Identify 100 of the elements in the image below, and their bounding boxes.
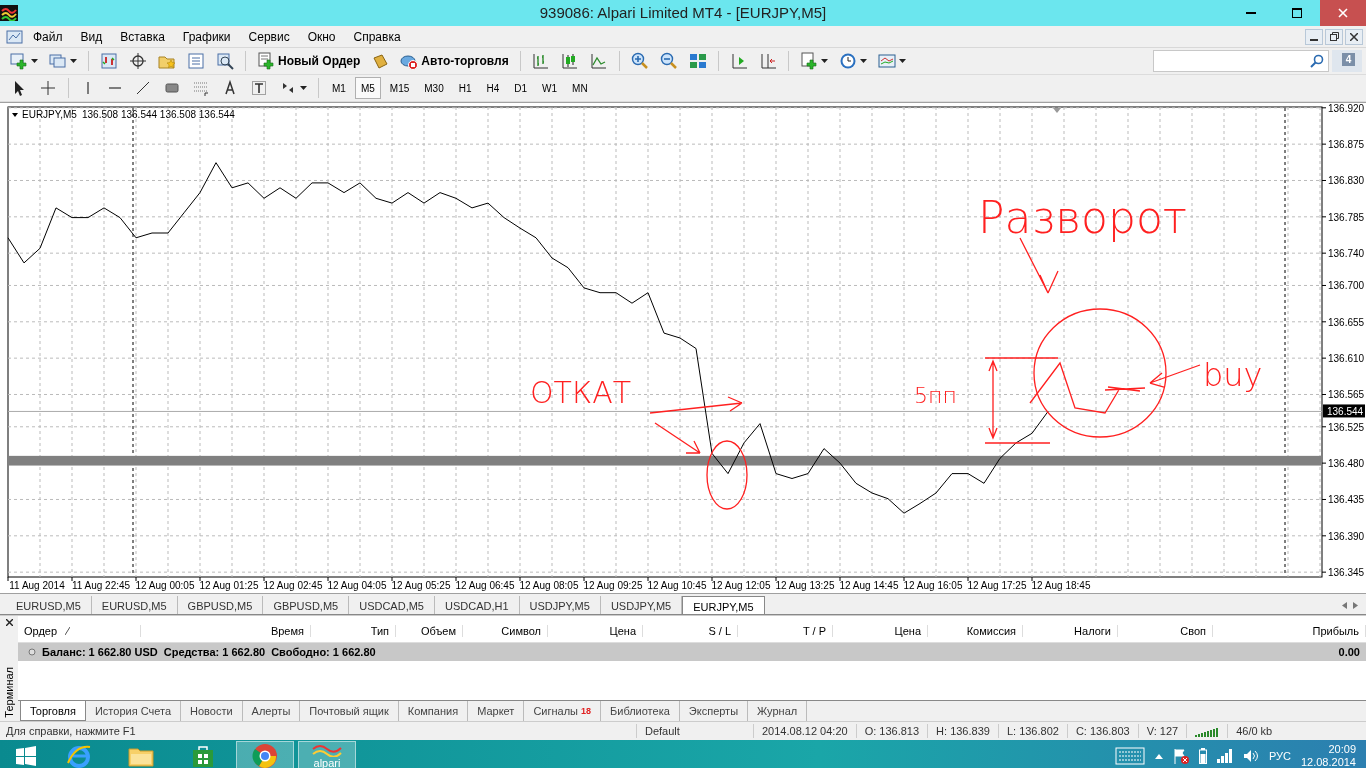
chart-shift-icon	[758, 52, 777, 70]
timeframe-button[interactable]: D1	[508, 77, 534, 99]
ohlc-values: 136.508 136.544 136.508 136.544	[82, 109, 235, 120]
chevron-up-icon[interactable]	[1154, 753, 1163, 759]
taskbar-app[interactable]	[236, 741, 294, 768]
time-axis-label: 12 Aug 10:45	[647, 580, 707, 591]
window-title: 939086: Alpari Limited MT4 - [EURJPY,M5]	[539, 3, 827, 23]
flag-error-icon[interactable]	[1172, 748, 1189, 764]
minimize-icon	[1246, 12, 1256, 14]
column-header[interactable]: T / P	[802, 625, 826, 637]
templates-icon	[877, 52, 896, 70]
signal-count: 18	[581, 706, 591, 716]
timeframe-button[interactable]: M15	[383, 77, 416, 99]
chart-tab[interactable]: GBPUSD,M5	[263, 596, 350, 614]
chart-tab[interactable]: USDCAD,H1	[435, 596, 520, 614]
clock-date[interactable]: 12.08.2014	[1300, 756, 1356, 768]
app-logo-icon	[0, 5, 18, 21]
column-header[interactable]: Цена	[609, 625, 636, 637]
close-button[interactable]	[1345, 28, 1363, 45]
sort-icon	[65, 627, 71, 635]
minimize-button[interactable]	[1305, 28, 1323, 45]
timeframe-button[interactable]: M5	[354, 77, 381, 99]
language-indicator[interactable]: РУС	[1268, 750, 1291, 762]
document-plus-icon	[257, 52, 275, 70]
scroll-left-icon[interactable]	[1342, 601, 1347, 609]
clock-time[interactable]: 20:09	[1328, 743, 1356, 756]
price-axis-label: 136.875	[1328, 139, 1365, 151]
connection-bars-icon	[1195, 725, 1220, 737]
timeframe-button[interactable]: MN	[566, 77, 594, 99]
chart-tab[interactable]: EURJPY,M5	[682, 596, 765, 614]
menu-item[interactable]: Окно	[298, 27, 345, 46]
new-order-button[interactable]: Новый Ордер	[253, 50, 365, 72]
collapse-triangle-icon[interactable]	[12, 113, 18, 117]
price-axis-label: 136.610	[1328, 353, 1365, 365]
search-field[interactable]	[1153, 50, 1329, 72]
timeframe-button[interactable]: W1	[536, 77, 564, 99]
timeframe-button[interactable]: M30	[418, 77, 450, 99]
timeframe-button[interactable]: H4	[480, 77, 506, 99]
chart-tab[interactable]: EURUSD,M5	[91, 596, 178, 614]
menu-item[interactable]: Вставка	[111, 27, 174, 46]
timeframe-button[interactable]: H1	[452, 77, 478, 99]
column-header[interactable]: Объем	[420, 625, 456, 637]
column-header[interactable]: Тип	[370, 625, 389, 637]
price-axis-label: 136.435	[1328, 494, 1365, 506]
zoom-in-icon	[630, 52, 649, 70]
scroll-right-icon[interactable]	[1353, 601, 1358, 609]
chart-tab[interactable]: USDJPY,M5	[519, 596, 601, 614]
menu-item[interactable]: Файл	[24, 27, 72, 46]
caret-icon	[300, 86, 307, 90]
time-axis-label: 12 Aug 02:45	[263, 580, 323, 591]
strategy-tester-icon	[216, 52, 234, 70]
time-axis-label: 12 Aug 09:25	[583, 580, 643, 591]
speaker-icon[interactable]	[1242, 749, 1259, 763]
shift-marker-icon[interactable]	[1053, 108, 1061, 113]
time-axis-label: 12 Aug 13:25	[775, 580, 835, 591]
new-chart-icon	[10, 52, 28, 70]
market-watch-icon	[100, 52, 118, 70]
column-header[interactable]: Ордер	[24, 625, 58, 637]
column-header[interactable]: S / L	[708, 625, 731, 637]
chart-tab[interactable]: USDCAD,M5	[349, 596, 435, 614]
battery-icon[interactable]	[1198, 748, 1207, 764]
signal-bars-icon[interactable]	[1216, 749, 1233, 763]
time-axis-label: 12 Aug 16:05	[903, 580, 963, 591]
price-axis-label: 136.785	[1328, 211, 1365, 223]
terminal-tab[interactable]: Торговля	[20, 701, 86, 721]
chart-tab[interactable]: GBPUSD,M5	[177, 596, 264, 614]
column-header[interactable]: Прибыль	[1312, 625, 1359, 637]
price-axis-label: 136.920	[1328, 103, 1365, 114]
robot-stop-icon	[400, 52, 419, 70]
column-header[interactable]: Комиссия	[966, 625, 1016, 637]
time-axis-label: 11 Aug 22:45	[71, 580, 131, 591]
price-axis-label: 136.830	[1328, 175, 1365, 187]
balance-text: Свободно: 1 662.80	[271, 646, 376, 658]
price-axis-label: 136.480	[1328, 458, 1365, 470]
keyboard-icon[interactable]	[1114, 747, 1145, 765]
restore-button[interactable]	[1325, 28, 1343, 45]
auto-trading-button[interactable]: Авто-торговля	[396, 50, 513, 72]
time-axis-label: 12 Aug 01:25	[199, 580, 259, 591]
caret-icon	[31, 59, 38, 63]
menu-item[interactable]: Вид	[71, 27, 112, 46]
status-field: V: 127	[1137, 724, 1187, 738]
menu-item[interactable]: Справка	[344, 27, 410, 46]
zoom-out-icon	[659, 52, 678, 70]
menu-item[interactable]: Сервис	[239, 27, 299, 46]
chart-symbol-label: EURJPY,M5	[22, 109, 77, 120]
timeframe-button[interactable]: M1	[326, 77, 352, 99]
column-header[interactable]: Символ	[501, 625, 541, 637]
fibonacci-icon	[192, 79, 210, 97]
column-header[interactable]: Налоги	[1074, 625, 1111, 637]
close-icon[interactable]	[5, 619, 13, 626]
chart-tab[interactable]: EURUSD,M5	[6, 596, 92, 614]
vertical-line-icon	[87, 82, 89, 94]
column-header[interactable]: Цена	[894, 625, 921, 637]
status-field: C: 136.803	[1066, 724, 1138, 738]
tag-icon	[371, 52, 390, 70]
column-header[interactable]: Время	[270, 625, 304, 637]
horizontal-line-icon	[109, 87, 121, 89]
menu-item[interactable]: Графики	[173, 27, 240, 46]
column-header[interactable]: Своп	[1180, 625, 1206, 637]
caret-icon	[70, 59, 77, 63]
